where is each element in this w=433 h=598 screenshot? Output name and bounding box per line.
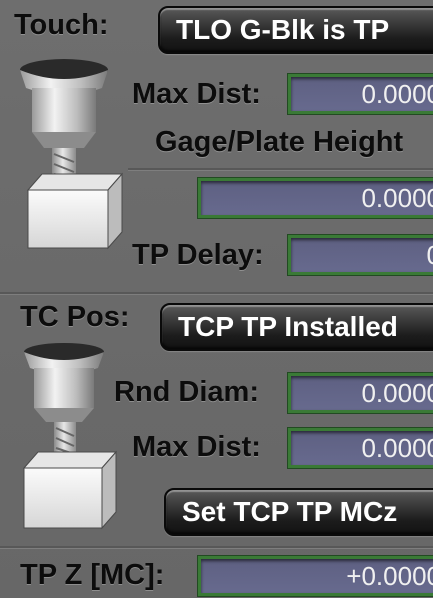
rnd-diam-field[interactable]: 0.0000 [288,373,433,413]
set-tcp-tp-mcz-button[interactable]: Set TCP TP MCz [164,488,433,536]
section-divider [0,292,433,294]
tc-probe-tool-icon [22,343,118,530]
touch-label: Touch: [14,9,109,41]
touch-max-dist-field[interactable]: 0.0000 [288,74,433,114]
tlo-gblk-tp-button[interactable]: TLO G-Blk is TP [158,6,433,54]
tp-z-mc-label: TP Z [MC]: [20,559,165,591]
gage-plate-height-field[interactable]: 0.0000 [198,178,433,218]
tcp-tp-installed-button[interactable]: TCP TP Installed [160,303,433,351]
rnd-diam-label: Rnd Diam: [114,376,259,408]
touch-max-dist-label: Max Dist: [132,78,261,110]
tc-pos-label: TC Pos: [20,301,130,333]
touch-probe-tool-icon [20,59,124,250]
section-divider [0,546,433,548]
section-divider [128,168,433,170]
tc-max-dist-label: Max Dist: [132,431,261,463]
tp-delay-field[interactable]: 0 [288,235,433,275]
gage-plate-height-label: Gage/Plate Height [155,126,404,158]
tp-z-mc-field[interactable]: +0.0000 [198,556,433,596]
tp-delay-label: TP Delay: [132,239,264,271]
tc-max-dist-field[interactable]: 0.0000 [288,428,433,468]
